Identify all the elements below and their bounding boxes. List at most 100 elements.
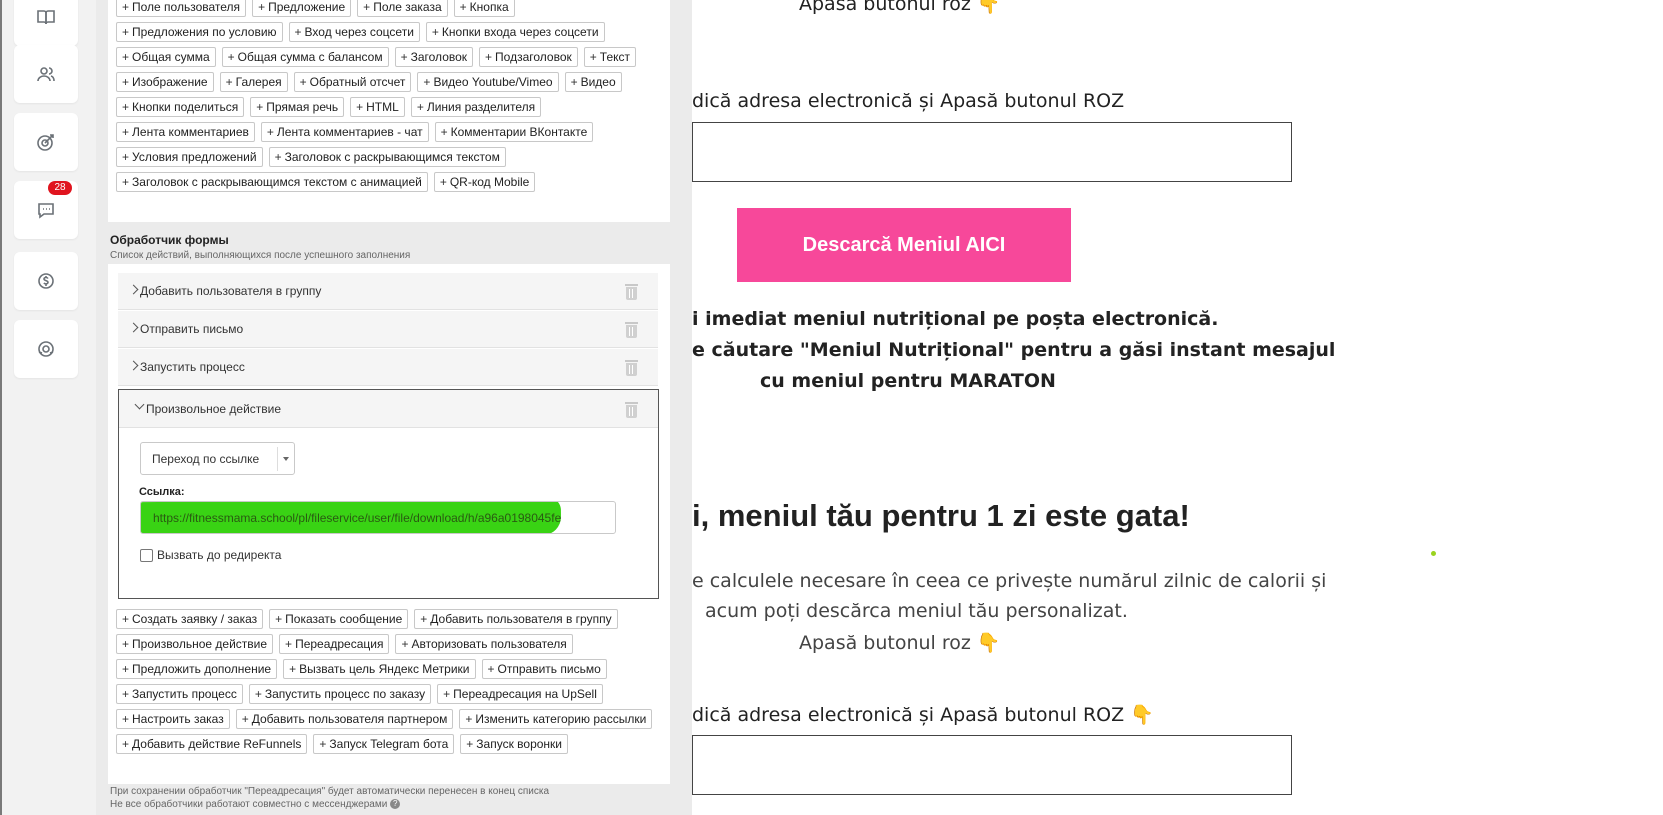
action-type-select[interactable]: Переход по ссылке [140,442,295,475]
add-chip[interactable]: + Общая сумма с балансом [221,47,389,67]
add-chip[interactable]: + Переадресация на UpSell [437,684,603,704]
chevron-right-icon [128,284,139,295]
add-chip[interactable]: + Видео Youtube/Vimeo [417,72,559,92]
download-menu-button[interactable]: Descarcă Meniul AICI [737,208,1071,282]
trash-icon[interactable] [625,360,638,376]
plus-icon: + [122,175,130,189]
plus-icon: + [459,0,467,14]
preview-paragraph-3: Apasă butonul roz 👇 [799,632,1001,654]
handler-row-run-process[interactable]: Запустить процесс [118,349,658,386]
coin-icon [38,273,54,289]
add-chip[interactable]: + Запустить процесс [116,684,243,704]
chip-label: Настроить заказ [132,712,224,726]
add-chip[interactable]: + Заголовок с раскрывающимся текстом с ан… [116,172,428,192]
add-chip[interactable]: + Кнопки входа через соцсети [425,22,605,42]
plus-icon: + [285,637,293,651]
handler-row-add-to-group[interactable]: Добавить пользователя в группу [118,273,658,310]
checkbox-box[interactable] [140,548,153,562]
add-chip[interactable]: + Поле пользователя [116,0,247,17]
chip-label: Текст [599,50,630,64]
add-chip[interactable]: + Текст [583,47,636,67]
chip-label: Добавить действие ReFunnels [132,737,302,751]
add-chip[interactable]: + Заголовок с раскрывающимся текстом [268,147,506,167]
trash-icon[interactable] [625,402,638,418]
sidebar-item-messages[interactable]: 28 [14,181,78,239]
add-chip[interactable]: + Галерея [219,72,288,92]
preview-bold-line-3: cu meniul pentru MARATON [760,370,1056,392]
add-chip[interactable]: + Комментарии ВКонтакте [434,122,594,142]
add-chip[interactable]: + Видео [564,72,622,92]
chip-label: Кнопка [469,0,509,14]
chip-label: Линия разделителя [426,100,536,114]
chip-label: Прямая речь [266,100,339,114]
add-chip[interactable]: + Кнопка [453,0,515,17]
add-chip[interactable]: + Настроить заказ [116,709,230,729]
add-chip[interactable]: + Запуск воронки [460,734,568,754]
add-chip[interactable]: + Переадресация [279,634,390,654]
sidebar-item-users[interactable] [14,45,78,103]
plus-icon: + [241,712,249,726]
add-chip[interactable]: + Авторизовать пользователя [395,634,573,654]
sidebar-item-sales[interactable] [14,252,78,310]
add-chip[interactable]: + Показать сообщение [269,609,409,629]
preview-headline: i, meniul tău pentru 1 zi este gata! [692,498,1190,533]
add-chip[interactable]: + Предложения по условию [116,22,283,42]
add-chip[interactable]: + Заголовок [394,47,474,67]
chip-label: Вход через соцсети [304,25,414,39]
trash-icon[interactable] [625,322,638,338]
add-chip[interactable]: + Вход через соцсети [288,22,420,42]
plus-icon: + [487,662,495,676]
chip-label: Запустить процесс по заказу [264,687,426,701]
handler-custom-action-header[interactable]: Произвольное действие [119,390,658,428]
add-chip[interactable]: + Общая сумма [116,47,216,67]
plus-icon: + [256,100,264,114]
preview-email-field[interactable] [692,122,1292,182]
add-chip[interactable]: + Линия разделителя [410,97,542,117]
help-icon[interactable]: ? [390,799,401,810]
plus-icon: + [289,662,297,676]
add-chip[interactable]: + Запуск Telegram бота [313,734,455,754]
add-chip[interactable]: + Добавить пользователя партнером [235,709,454,729]
chip-label: Изображение [132,75,208,89]
plus-icon: + [423,75,431,89]
add-chip[interactable]: + Лента комментариев [116,122,255,142]
add-chip[interactable]: + Произвольное действие [116,634,274,654]
add-chip[interactable]: + Запустить процесс по заказу [248,684,432,704]
plus-icon: + [122,0,130,14]
add-chip[interactable]: + Кнопки поделиться [116,97,245,117]
add-chip[interactable]: + Изображение [116,72,214,92]
add-chip[interactable]: + Вызвать цель Яндекс Метрики [283,659,476,679]
add-chip[interactable]: + Прямая речь [250,97,345,117]
trash-icon[interactable] [625,284,638,300]
add-chip[interactable]: + Обратный отсчет [293,72,412,92]
add-handler-chip-list: + Создать заявку / заказ + Показать сообщен… [116,609,656,754]
note-redirect: При сохранении обработчик "Переадресация… [110,786,550,797]
chevron-right-icon [128,322,139,333]
add-chip[interactable]: + Подзаголовок [479,47,578,67]
add-chip[interactable]: + Добавить действие ReFunnels [116,734,308,754]
plus-icon: + [440,125,448,139]
add-chip[interactable]: + Добавить пользователя в группу [414,609,618,629]
plus-icon: + [122,712,130,726]
note-messengers-text: Не все обработчики работают совместно с … [110,799,388,810]
add-chip[interactable]: + Предложение [252,0,352,17]
preview-email-field-2[interactable] [692,735,1292,795]
add-chip[interactable]: + QR-код Mobile [433,172,536,192]
add-chip[interactable]: + HTML [350,97,405,117]
chip-label: Предложение [268,0,346,14]
sidebar-item-courses[interactable] [14,0,78,46]
handler-row-send-email[interactable]: Отправить письмо [118,311,658,348]
add-chip[interactable]: + Предложить дополнение [116,659,278,679]
add-chip[interactable]: + Создать заявку / заказ [116,609,264,629]
add-chip[interactable]: + Отправить письмо [481,659,607,679]
sidebar-item-support[interactable] [14,320,78,378]
redirect-checkbox[interactable]: Вызвать до редиректа [140,548,281,562]
plus-icon: + [122,662,130,676]
plus-icon: + [227,50,235,64]
add-chip[interactable]: + Изменить категорию рассылки [459,709,653,729]
sidebar-item-target[interactable] [14,113,78,171]
add-chip[interactable]: + Условия предложений [116,147,263,167]
add-chip[interactable]: + Лента комментариев - чат [260,122,429,142]
add-chip[interactable]: + Поле заказа [357,0,448,17]
link-input[interactable]: https://fitnessmama.school/pl/fileservic… [140,501,616,534]
